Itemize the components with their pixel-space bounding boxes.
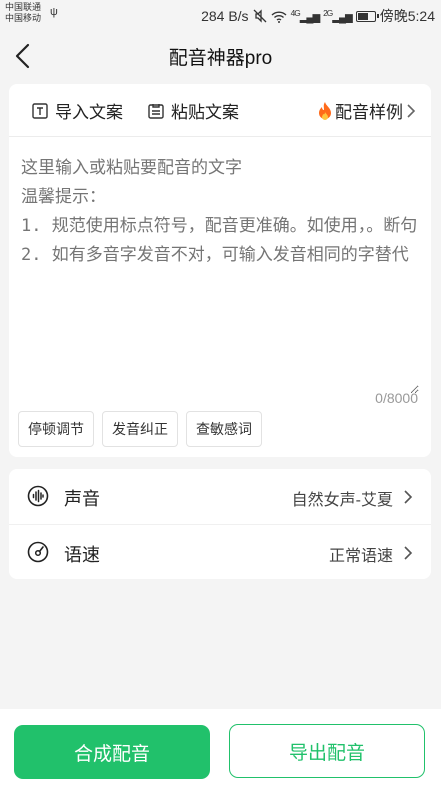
signal-icon-1: 4G▂▄▆ [290,8,321,24]
wifi-icon [271,10,287,23]
synthesize-button[interactable]: 合成配音 [14,725,210,779]
sample-link[interactable]: 配音样例 [317,98,417,123]
chevron-right-icon [404,490,413,504]
import-text-label: 导入文案 [55,103,123,122]
editor-tools: 停顿调节 发音纠正 查敏感词 [18,411,262,447]
import-text-icon [32,102,48,119]
chevron-right-icon [407,103,416,118]
voice-value: 自然女声-艾夏 [291,492,393,509]
nav-bar: 配音神器pro [0,32,441,80]
editor-card: 导入文案 粘贴文案 配音样例 0/8000 停顿调节 发音纠正 查敏感词 [9,84,431,457]
pronunciation-fix-button[interactable]: 发音纠正 [102,411,178,447]
speedometer-icon [27,541,49,563]
bottom-action-bar: 合成配音 导出配音 [0,709,441,794]
voice-setting-row[interactable]: 声音 自然女声-艾夏 [9,469,431,524]
sample-label: 配音样例 [335,103,403,122]
speed-value: 正常语速 [328,548,393,565]
mute-icon [253,9,267,23]
settings-card: 声音 自然女声-艾夏 语速 正常语速 [9,469,431,579]
clock: 傍晚5:24 [379,8,435,24]
carrier-2: 中国移动 [5,13,42,23]
paste-text-icon [148,103,164,119]
sensitive-words-button[interactable]: 查敏感词 [186,411,262,447]
status-bar: 中国联通 中国移动 ψ 284 B/s 4G▂▄▆ 2G▂▄▆ 傍晚5:24 [0,0,441,30]
paste-text-button[interactable]: 粘贴文案 [148,98,239,123]
battery-icon [355,10,379,22]
carrier-1: 中国联通 [5,2,42,12]
paste-text-label: 粘贴文案 [171,103,239,122]
speed-label: 语速 [64,545,100,565]
export-button[interactable]: 导出配音 [229,724,425,778]
network-speed: 284 B/s [201,8,249,24]
dubbing-text-input[interactable] [21,154,419,394]
import-text-button[interactable]: 导入文案 [32,98,123,123]
voice-label: 声音 [64,489,100,509]
editor-toolbar: 导入文案 粘贴文案 配音样例 [9,84,431,137]
chevron-right-icon [404,546,413,560]
pause-adjust-button[interactable]: 停顿调节 [18,411,94,447]
signal-icon-2: 2G▂▄▆ [323,8,353,24]
carrier-info: 中国联通 中国移动 [5,2,41,24]
char-counter: 0/8000 [375,390,418,406]
voice-wave-icon [27,485,49,507]
speed-setting-row[interactable]: 语速 正常语速 [9,524,431,580]
fire-icon [319,101,331,120]
page-title: 配音神器pro [168,48,273,69]
usb-icon: ψ [50,6,58,18]
